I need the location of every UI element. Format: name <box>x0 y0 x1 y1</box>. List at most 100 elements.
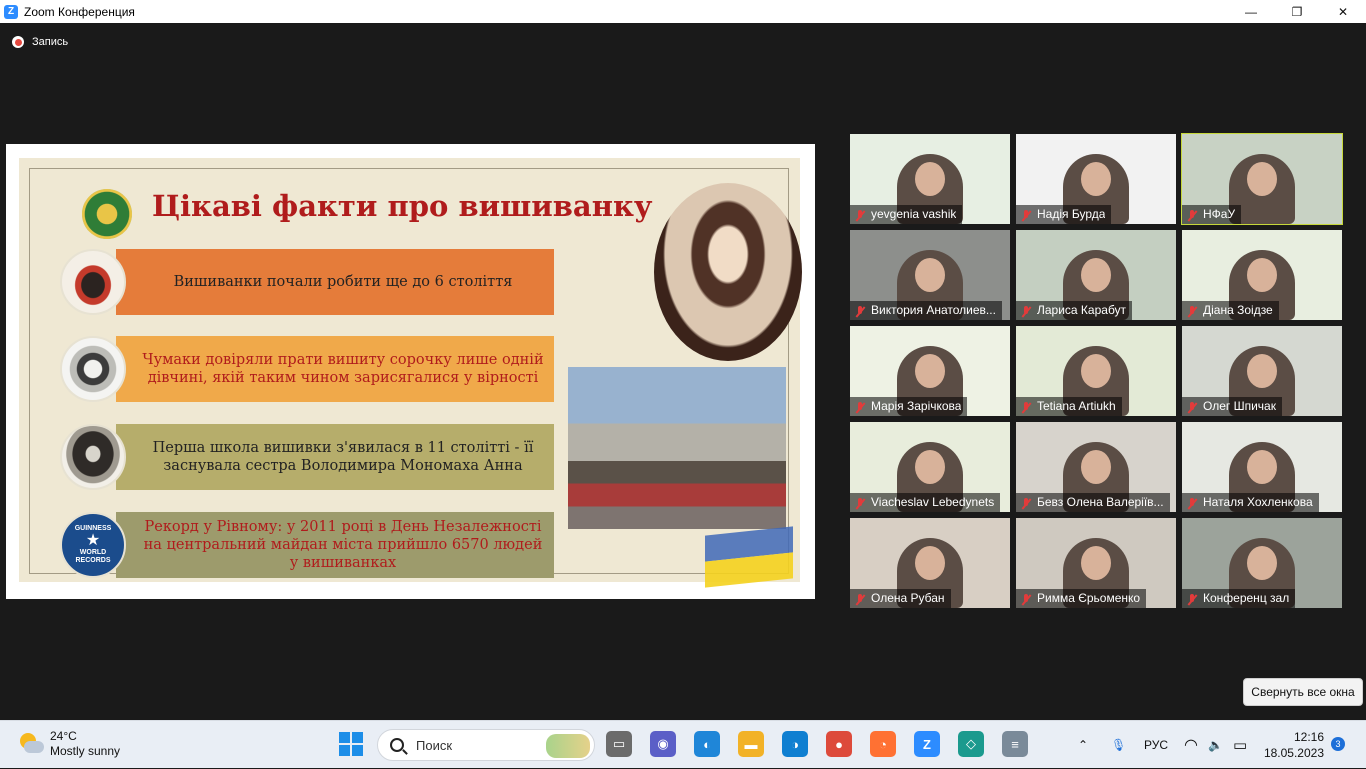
parade-photo-image <box>568 367 786 529</box>
window-title: Zoom Конференция <box>24 4 135 19</box>
participant-name: Лариса Карабут <box>1037 303 1127 317</box>
participant-tile[interactable]: Лариса Карабут <box>1016 230 1176 320</box>
participant-name: Viacheslav Lebedynets <box>871 495 995 509</box>
record-icon <box>12 36 24 48</box>
muted-microphone-icon <box>1019 208 1033 222</box>
participant-name-label: Viacheslav Lebedynets <box>850 493 1001 512</box>
close-button[interactable]: ✕ <box>1320 0 1366 23</box>
participant-tile[interactable]: Олег Шпичак <box>1182 326 1342 416</box>
participant-name-label: Римма Єрьоменко <box>1016 589 1147 608</box>
participant-tile[interactable]: Марія Зарічкова <box>850 326 1010 416</box>
participant-name-label: Tetiana Artiukh <box>1016 397 1122 416</box>
fact-text-1: Вишиванки почали робити ще до 6 століття <box>116 249 554 315</box>
windows-taskbar: 24°C Mostly sunny Поиск ▭ ◉ ◐ ▬ ◑ ● ◔ Z ◇ ≡ ⌃ 🎙 Р… <box>0 720 1366 768</box>
minimize-button[interactable]: — <box>1228 0 1274 23</box>
star-icon: ★ <box>85 532 101 549</box>
system-clock[interactable]: 12:16 18.05.2023 <box>1262 729 1324 761</box>
participant-name-label: yevgenia vashik <box>850 205 963 224</box>
weather-description: Mostly sunny <box>50 744 121 758</box>
embroidered-shirt-sketch-icon <box>60 336 126 402</box>
participant-name: Олена Рубан <box>871 591 945 605</box>
participant-tile[interactable]: Виктория Анатолиев... <box>850 230 1010 320</box>
taskbar-search[interactable]: Поиск <box>377 729 595 761</box>
participant-name: Бевз Олена Валеріїв... <box>1037 495 1164 509</box>
folder-icon[interactable]: ▬ <box>738 731 764 757</box>
maximize-button[interactable]: ❐ <box>1274 0 1320 23</box>
participant-tile[interactable]: НФаУ <box>1181 133 1343 225</box>
muted-microphone-icon <box>1185 496 1199 510</box>
participant-name-label: Виктория Анатолиев... <box>850 301 1002 320</box>
participant-name-label: НФаУ <box>1182 205 1242 224</box>
volume-icon[interactable]: 🔈 <box>1208 721 1224 769</box>
participant-tile[interactable]: Надія Бурда <box>1016 134 1176 224</box>
participant-tile[interactable]: Tetiana Artiukh <box>1016 326 1176 416</box>
muted-microphone-icon <box>1019 304 1033 318</box>
participant-name: Надія Бурда <box>1037 207 1106 221</box>
wifi-icon[interactable]: ◠ <box>1184 721 1200 769</box>
slide-title: Цікаві факти про вишиванку <box>152 189 653 223</box>
participant-name-label: Лариса Карабут <box>1016 301 1133 320</box>
participant-name: Конференц зал <box>1203 591 1290 605</box>
participant-tile[interactable]: Конференц зал <box>1182 518 1342 608</box>
muted-microphone-icon <box>1019 496 1033 510</box>
painted-portrait-image <box>654 183 802 361</box>
search-placeholder: Поиск <box>416 737 453 753</box>
battery-icon[interactable]: ▭ <box>1233 721 1249 769</box>
fact-row-1: Вишиванки почали робити ще до 6 століття <box>60 249 554 315</box>
participant-name: Марія Зарічкова <box>871 399 962 413</box>
muted-microphone-icon <box>1185 400 1199 414</box>
edge-browser-icon-2[interactable]: ◑ <box>782 731 808 757</box>
fact-row-2: Чумаки довіряли прати вишиту сорочку лиш… <box>60 336 554 402</box>
teams-chat-icon[interactable]: ◉ <box>650 731 676 757</box>
show-hidden-icons-chevron-icon[interactable]: ⌃ <box>1078 721 1092 769</box>
muted-microphone-icon <box>853 592 867 606</box>
clock-time: 12:16 <box>1293 730 1324 744</box>
fact-row-3: Перша школа вишивки з'явилася в 11 столі… <box>60 424 554 490</box>
participant-tile[interactable]: Діана Зоідзе <box>1182 230 1342 320</box>
participant-tile[interactable]: Viacheslav Lebedynets <box>850 422 1010 512</box>
participant-name: Виктория Анатолиев... <box>871 303 996 317</box>
participant-tile[interactable]: yevgenia vashik <box>850 134 1010 224</box>
windows-start-icon[interactable] <box>339 732 363 756</box>
partly-sunny-icon <box>18 731 44 757</box>
participant-name-label: Надія Бурда <box>1016 205 1112 224</box>
participant-tile[interactable]: Наталя Хохленкова <box>1182 422 1342 512</box>
chrome-icon[interactable]: ● <box>826 731 852 757</box>
zoom-icon[interactable]: Z <box>914 731 940 757</box>
embroidered-vest-icon <box>60 249 126 315</box>
weather-widget[interactable]: 24°C Mostly sunny <box>18 729 120 759</box>
university-crest-icon <box>82 189 132 239</box>
window-controls: — ❐ ✕ <box>1228 0 1366 23</box>
historic-portrait-icon <box>60 424 126 490</box>
firefox-icon[interactable]: ◔ <box>870 731 896 757</box>
muted-microphone-icon <box>1185 208 1199 222</box>
fact-text-3: Перша школа вишивки з'явилася в 11 столі… <box>116 424 554 490</box>
participant-tile[interactable]: Олена Рубан <box>850 518 1010 608</box>
clock-date: 18.05.2023 <box>1263 746 1324 760</box>
participant-name: yevgenia vashik <box>871 207 957 221</box>
zoom-logo-icon: Z <box>4 4 18 19</box>
fact-text-4: Рекорд у Рівному: у 2011 році в День Нез… <box>116 512 554 578</box>
notification-badge[interactable]: 3 <box>1331 737 1345 751</box>
guinness-world-records-icon: GUINNESS ★ WORLD RECORDS <box>60 512 126 578</box>
participant-name: Римма Єрьоменко <box>1037 591 1141 605</box>
muted-microphone-icon <box>1185 592 1199 606</box>
participant-tile[interactable]: Римма Єрьоменко <box>1016 518 1176 608</box>
muted-microphone-icon <box>853 400 867 414</box>
search-highlight-art-icon <box>546 734 590 758</box>
recording-indicator[interactable]: Запись <box>12 36 68 48</box>
file-explorer-icon[interactable]: ▭ <box>606 731 632 757</box>
participant-name-label: Олена Рубан <box>850 589 951 608</box>
fact-row-4: Рекорд у Рівному: у 2011 році в День Нез… <box>60 512 554 578</box>
recording-label: Запись <box>32 36 69 48</box>
language-indicator[interactable]: РУС <box>1144 721 1168 769</box>
participant-name: Наталя Хохленкова <box>1203 495 1313 509</box>
teal-app-icon[interactable]: ◇ <box>958 731 984 757</box>
participant-name: Діана Зоідзе <box>1203 303 1273 317</box>
participant-name-label: Конференц зал <box>1182 589 1296 608</box>
participant-name: Олег Шпичак <box>1203 399 1276 413</box>
edge-browser-icon-1[interactable]: ◐ <box>694 731 720 757</box>
notepad-icon[interactable]: ≡ <box>1002 731 1028 757</box>
participant-tile[interactable]: Бевз Олена Валеріїв... <box>1016 422 1176 512</box>
microphone-icon[interactable]: 🎙 <box>1111 721 1126 769</box>
